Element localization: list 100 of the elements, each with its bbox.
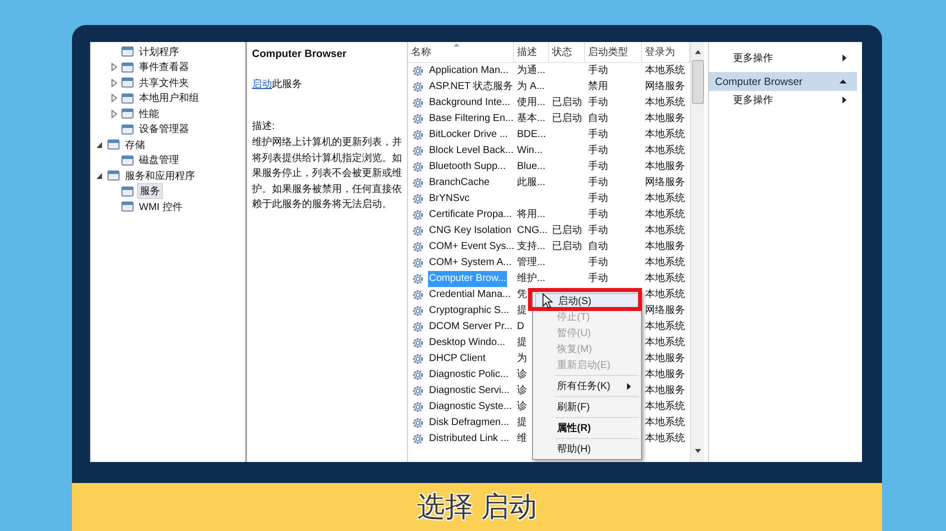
tree-item[interactable]: 服务 [137,183,163,200]
table-cell[interactable]: Diagnostic Syste... [428,399,513,415]
table-cell-text: 诊 [516,400,528,414]
menu-item[interactable]: 属性(R) [535,420,639,436]
table-cell-text: 本地系统 [644,192,686,206]
table-cell-text: 本地系统 [644,272,686,286]
tree-item[interactable]: 存储 [123,136,147,153]
gear-icon [412,385,424,397]
window-icon [107,138,120,152]
collapsed-arrow-icon[interactable] [110,94,118,102]
table-cell-text: 本地系统 [644,144,686,158]
header-title: Computer Browser [715,76,803,88]
table-cell-text: 手动 [587,64,609,78]
table-cell-text: 为 [516,352,528,366]
table-cell-text: D [516,320,526,334]
gear-icon [412,289,424,301]
table-cell[interactable]: Desktop Windo... [428,335,506,351]
table-cell-text: 本地系统 [644,128,686,142]
description-text: 维护网络上计算机的更新列表，并将列表提供给计算机指定浏览。如果服务停止，列表不会被更新或维护。如果服务被禁用，任何直接依赖于此服务的服务将无法启动。 [252,136,403,212]
table-cell[interactable]: DHCP Client [428,351,486,367]
menu-item[interactable]: 刷新(F) [535,399,639,415]
table-cell-text: 手动 [587,208,609,222]
table-cell[interactable]: Certificate Propa... [428,207,513,223]
table-cell[interactable]: COM+ Event Sys... [428,239,514,255]
table-cell-text: 手动 [587,144,609,158]
gear-icon [412,161,424,173]
collapsed-arrow-icon[interactable] [110,110,118,118]
table-cell-text: 本地系统 [644,400,686,414]
table-cell-text: 已启动 [551,224,583,238]
tree-item[interactable]: 性能 [137,106,161,122]
column-header[interactable]: 描述 [514,42,549,62]
detail-title: Computer Browser [252,48,348,60]
gear-icon [412,65,424,77]
table-cell[interactable]: Bluetooth Supp... [428,159,507,175]
table-cell-text: 使用... [516,96,546,110]
table-cell[interactable]: CNG Key Isolation [428,223,512,239]
table-cell[interactable]: Cryptographic S... [428,303,510,319]
tree-item[interactable]: 本地用户和组 [137,90,201,106]
table-cell[interactable]: DCOM Server Pr... [428,319,514,335]
table-cell-text: 手动 [587,96,609,110]
scrollbar[interactable] [690,42,704,462]
tree-item[interactable]: 服务和应用程序 [123,168,197,184]
expanded-arrow-icon[interactable] [96,140,104,149]
gear-icon [412,177,424,189]
table-cell[interactable]: Distributed Link ... [428,431,510,447]
actions-header[interactable]: Computer Browser [709,72,857,91]
tree-item[interactable]: 事件查看器 [137,59,191,76]
window-icon [107,169,120,182]
table-cell[interactable]: BitLocker Drive ... [428,127,509,143]
menu-item[interactable]: 所有任务(K) [535,378,639,394]
column-header[interactable]: 名称 [408,42,514,62]
tree-item[interactable]: 共享文件夹 [137,74,191,91]
description-label: 描述: [252,120,276,133]
start-link[interactable]: 启动 [252,79,272,90]
table-cell-text: 已启动 [551,240,583,254]
tree-item[interactable]: 磁盘管理 [137,152,181,168]
expanded-arrow-icon[interactable] [96,172,104,180]
table-cell-text: 本地系统 [644,432,686,446]
table-cell-text: 已启动 [551,112,583,126]
table-cell[interactable]: ASP.NET 状态服务 [428,79,514,95]
table-cell[interactable]: Background Inte... [428,95,512,111]
action-link[interactable]: 更多操作 [733,51,773,65]
collapsed-arrow-icon[interactable] [110,78,118,87]
gear-icon [412,193,424,205]
table-cell[interactable]: Base Filtering En... [428,111,514,127]
table-cell[interactable]: Credential Mana... [428,287,512,303]
table-cell[interactable]: COM+ System A... [428,255,513,271]
gear-icon [412,145,424,157]
gear-icon [412,305,424,317]
mouse-cursor-icon [542,293,553,309]
table-cell[interactable]: Block Level Back... [428,143,514,159]
table-cell[interactable]: BranchCache [428,175,491,191]
table-cell[interactable]: Diagnostic Servi... [428,383,511,399]
table-cell-text: 此服... [516,176,546,190]
table-cell-text: 凭 [516,288,528,302]
gear-icon [412,369,424,381]
menu-item[interactable]: 帮助(H) [535,441,639,457]
collapsed-arrow-icon[interactable] [110,63,118,72]
gear-icon [412,81,424,93]
gear-icon [412,225,424,237]
table-cell-text: 本地系统 [644,320,686,334]
table-cell[interactable]: Diagnostic Polic... [428,367,510,383]
column-header[interactable]: 状态 [549,42,585,62]
table-cell-text: Blue... [516,160,546,174]
table-cell[interactable]: BrYNSvc [428,191,471,207]
table-cell-text: 手动 [587,256,609,270]
table-cell-text: 提 [516,416,528,430]
column-header[interactable]: 启动类型 [585,42,642,62]
table-cell-text: 手动 [587,160,609,174]
tree-item[interactable]: WMI 控件 [137,198,184,215]
window-icon [121,45,134,58]
tree-item[interactable]: 设备管理器 [137,121,191,138]
table-cell[interactable]: Application Man... [428,63,510,79]
tree-item[interactable]: 计划程序 [137,44,181,60]
window-icon [121,184,134,198]
window-icon [121,122,134,136]
action-link[interactable]: 更多操作 [733,93,773,107]
table-cell[interactable]: Disk Defragmen... [428,415,510,431]
table-cell-text: 提 [516,304,528,318]
gear-icon [412,417,424,429]
